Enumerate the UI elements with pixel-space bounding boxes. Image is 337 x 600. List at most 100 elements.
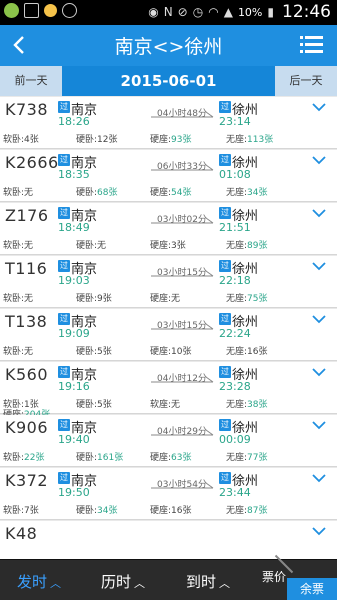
train-list[interactable]: K738 过南京 18:26 04小时48分过徐州 23:14 软卧:4张 硬卧:12张 硬座… [0, 96, 337, 559]
caret-up-icon: ︿ [134, 577, 146, 590]
chevron-down-icon[interactable] [312, 262, 326, 271]
chevron-down-icon[interactable] [312, 315, 326, 324]
train-row[interactable]: K738 过南京 18:26 04小时48分过徐州 23:14 软卧:4张 硬卧:12张 硬座… [0, 97, 337, 149]
nfc-icon: N [163, 5, 173, 19]
seat-availability: 硬卧:68张 [76, 185, 118, 198]
depart-time: 19:40 [58, 433, 90, 446]
seat-type: 硬卧: [76, 188, 98, 198]
seat-availability: 硬座:无 [150, 291, 180, 304]
next-day-button[interactable]: 后一天 [275, 66, 337, 96]
seat-availability: 无座:75张 [226, 291, 268, 304]
sort-price-button[interactable]: 票价 [262, 568, 286, 585]
pass-badge: 过 [58, 366, 70, 378]
pass-badge: 过 [58, 419, 70, 431]
chevron-down-icon[interactable] [312, 527, 326, 536]
app-header: 南京<>徐州 [0, 25, 337, 66]
seat-availability: 硬座:3张 [150, 238, 186, 251]
route-arrow-icon [151, 217, 214, 224]
train-row[interactable]: K372 过南京 19:50 03小时54分过徐州 23:44 软卧:7张 硬卧:34张 硬座… [0, 468, 337, 520]
seat-type: 无座: [226, 241, 248, 251]
seat-count: 10张 [171, 347, 192, 357]
arrive-time: 01:08 [219, 168, 251, 181]
pass-badge: 过 [219, 101, 231, 113]
seat-count: 68张 [97, 188, 118, 198]
seat-count: 7张 [24, 506, 39, 516]
seat-type: 无座: [226, 400, 248, 410]
seat-availability: 软卧:4张 [3, 132, 39, 145]
seat-count: 5张 [97, 347, 112, 357]
seat-count: 无 [24, 347, 34, 357]
pass-badge: 过 [219, 419, 231, 431]
caret-up-icon: ︿ [219, 577, 231, 590]
seat-count: 63张 [171, 453, 192, 463]
seat-availability: 硬卧:12张 [76, 132, 118, 145]
seat-availability: 硬卧:9张 [76, 291, 112, 304]
pass-badge: 过 [219, 260, 231, 272]
clock: 12:46 [282, 2, 331, 22]
seat-count: 无 [171, 294, 181, 304]
train-code: K2666 [5, 153, 59, 172]
train-row[interactable]: T116 过南京 19:03 03小时15分过徐州 22:18 软卧:无 硬卧:9张 硬座:无… [0, 256, 337, 308]
train-row[interactable]: T138 过南京 19:09 03小时15分过徐州 22:24 软卧:无 硬卧:5张 硬座:1… [0, 309, 337, 361]
seat-type: 软卧: [3, 135, 25, 145]
depart-time: 19:03 [58, 274, 90, 287]
arrive-time: 23:28 [219, 380, 251, 393]
seat-count: 87张 [247, 506, 268, 516]
arrive-time: 21:51 [219, 221, 251, 234]
route-arrow-icon [151, 270, 214, 277]
seat-count: 22张 [24, 453, 45, 463]
arrive-time: 00:09 [219, 433, 251, 446]
menu-button[interactable] [300, 36, 323, 54]
notification-icons [4, 3, 77, 18]
pass-badge: 过 [219, 313, 231, 325]
seat-type: 硬座: [150, 453, 172, 463]
seat-count: 无 [24, 188, 34, 198]
seat-type: 软卧: [3, 453, 25, 463]
seat-count: 93张 [171, 135, 192, 145]
seat-type: 无座: [226, 188, 248, 198]
sort-depart-button[interactable]: 发时 ︿ [17, 571, 61, 592]
chevron-down-icon[interactable] [312, 421, 326, 430]
prev-day-button[interactable]: 前一天 [0, 66, 62, 96]
seat-count: 54张 [171, 188, 192, 198]
train-row[interactable]: Z176 过南京 18:49 03小时02分过徐州 21:51 软卧:无 硬卧:无 硬座:3张… [0, 203, 337, 255]
train-row[interactable]: K48 [0, 521, 337, 559]
seat-availability: 硬座:93张 [150, 132, 192, 145]
sort-duration-button[interactable]: 历时 ︿ [101, 571, 145, 592]
seat-type: 软座: [150, 400, 172, 410]
signal-icon: ▲ [223, 5, 233, 19]
seat-availability: 硬卧:34张 [76, 503, 118, 516]
train-row[interactable]: K906 过南京 19:40 04小时29分过徐州 00:09 软卧:22张 硬卧:161张… [0, 415, 337, 467]
mute-icon: ⊘ [177, 5, 188, 19]
seat-type: 软卧: [3, 506, 25, 516]
chevron-down-icon[interactable] [312, 474, 326, 483]
train-code: Z176 [5, 206, 49, 225]
gallery-icon [24, 3, 39, 18]
chevron-down-icon[interactable] [312, 156, 326, 165]
alarm-icon: ◷ [192, 5, 204, 19]
depart-time: 18:35 [58, 168, 90, 181]
pass-badge: 过 [219, 154, 231, 166]
back-button[interactable] [6, 31, 34, 59]
pass-badge: 过 [219, 472, 231, 484]
train-code: K48 [5, 524, 38, 543]
chevron-down-icon[interactable] [312, 209, 326, 218]
train-row[interactable]: K560 过南京 19:16 04小时12分过徐州 23:28 软卧:1张 硬卧:5张 软座:… [0, 362, 337, 420]
pass-badge: 过 [58, 472, 70, 484]
selected-date[interactable]: 2015-06-01 [62, 66, 275, 96]
seat-type: 硬座: [150, 294, 172, 304]
chevron-down-icon[interactable] [312, 368, 326, 377]
sort-ticket-button[interactable]: 余票 [287, 578, 337, 600]
pass-badge: 过 [58, 101, 70, 113]
seat-availability: 软座:无 [150, 397, 180, 410]
seat-availability: 软卧:无 [3, 238, 33, 251]
train-code: K372 [5, 471, 49, 490]
train-row[interactable]: K2666 过南京 18:35 06小时33分过徐州 01:08 软卧:无 硬卧:68张 硬座… [0, 150, 337, 202]
seat-type: 硬座: [150, 135, 172, 145]
seat-count: 161张 [97, 453, 124, 463]
seat-availability: 硬座:16张 [150, 503, 192, 516]
pass-badge: 过 [219, 207, 231, 219]
chevron-down-icon[interactable] [312, 103, 326, 112]
sort-arrive-button[interactable]: 到时 ︿ [186, 571, 230, 592]
seat-type: 软卧: [3, 347, 25, 357]
